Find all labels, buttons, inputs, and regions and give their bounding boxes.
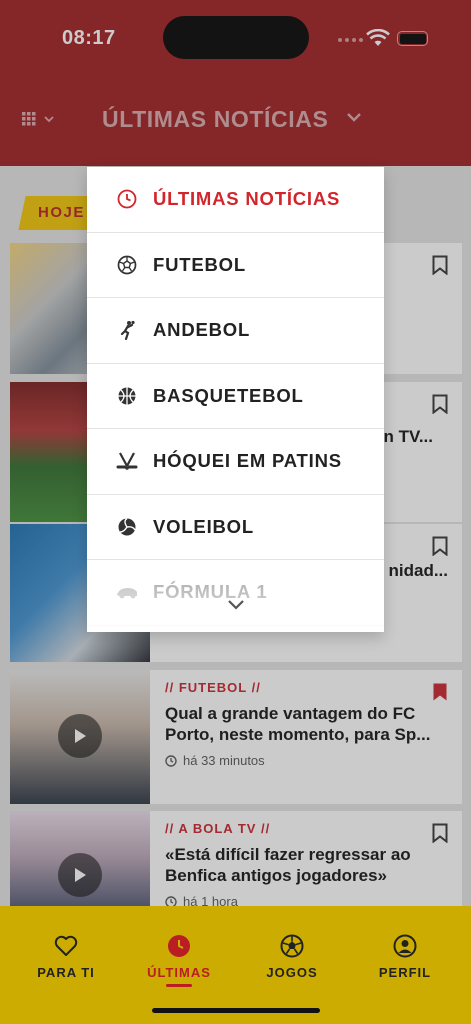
tab-label: PERFIL bbox=[378, 965, 432, 980]
tab-label: ÚLTIMAS bbox=[147, 965, 211, 980]
tab-perfil[interactable]: PERFIL bbox=[350, 932, 460, 980]
menu-item-voleibol[interactable]: VOLEIBOL bbox=[87, 495, 384, 560]
menu-item-label: HÓQUEI EM PATINS bbox=[153, 450, 342, 472]
menu-item-hoquei-em-patins[interactable]: HÓQUEI EM PATINS bbox=[87, 429, 384, 495]
tab-label: JOGOS bbox=[266, 965, 318, 980]
handball-icon bbox=[116, 319, 138, 341]
menu-item-label: VOLEIBOL bbox=[153, 515, 254, 537]
profile-icon bbox=[350, 932, 460, 960]
heart-icon bbox=[11, 932, 121, 960]
menu-item-ultimas-noticias[interactable]: ÚLTIMAS NOTÍCIAS bbox=[87, 167, 384, 233]
soccer-ball-icon bbox=[116, 254, 138, 276]
menu-item-futebol[interactable]: FUTEBOL bbox=[87, 233, 384, 298]
soccer-ball-icon bbox=[237, 932, 347, 960]
tab-label: PARA TI bbox=[37, 965, 95, 980]
menu-item-formula-1[interactable]: FÓRMULA 1 bbox=[87, 560, 384, 626]
sports-dropdown-menu: ÚLTIMAS NOTÍCIAS FUTEBOL ANDEBOL BASQUET… bbox=[87, 167, 384, 632]
hockey-sticks-icon bbox=[116, 450, 138, 472]
basketball-icon bbox=[116, 385, 138, 407]
clock-icon bbox=[116, 188, 138, 210]
tab-jogos[interactable]: JOGOS bbox=[237, 932, 347, 980]
menu-item-label: ANDEBOL bbox=[153, 319, 251, 341]
tab-ultimas[interactable]: ÚLTIMAS bbox=[124, 932, 234, 987]
chevron-down-icon[interactable] bbox=[227, 599, 245, 610]
menu-item-label: FUTEBOL bbox=[153, 253, 246, 275]
active-tab-indicator bbox=[166, 984, 192, 987]
formula1-icon bbox=[116, 581, 138, 603]
tab-para-ti[interactable]: PARA TI bbox=[11, 932, 121, 980]
menu-item-label: ÚLTIMAS NOTÍCIAS bbox=[153, 188, 341, 210]
menu-item-basquetebol[interactable]: BASQUETEBOL bbox=[87, 364, 384, 429]
home-indicator[interactable] bbox=[152, 1008, 320, 1013]
menu-item-andebol[interactable]: ANDEBOL bbox=[87, 298, 384, 364]
menu-item-label: BASQUETEBOL bbox=[153, 384, 304, 406]
tab-bar: PARA TI ÚLTIMAS JOGOS PERFIL bbox=[0, 906, 471, 1024]
menu-item-label: FÓRMULA 1 bbox=[153, 581, 268, 603]
clock-icon bbox=[124, 932, 234, 960]
volleyball-icon bbox=[116, 516, 138, 538]
